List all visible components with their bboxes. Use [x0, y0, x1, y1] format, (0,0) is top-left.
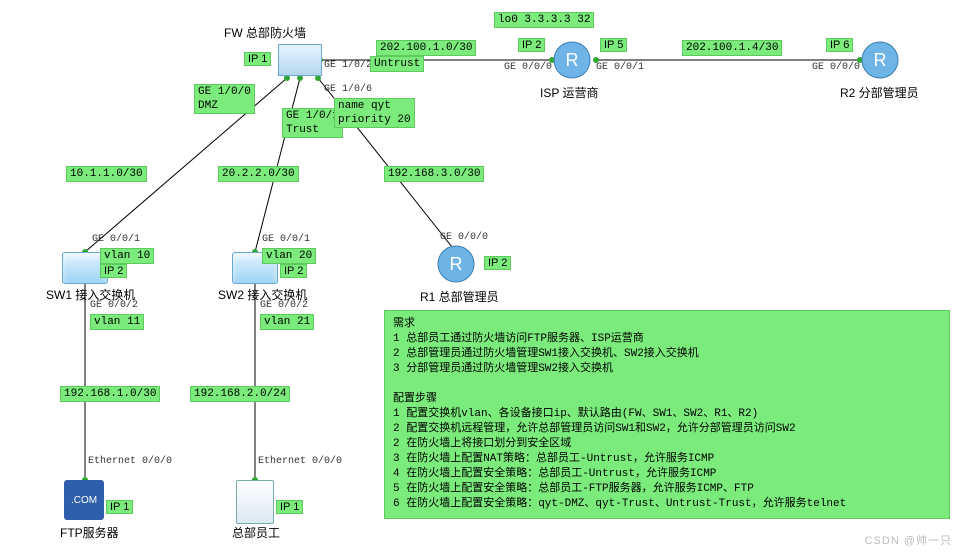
isp-title: ISP 运营商 [540, 84, 598, 101]
panel-step-7: 6 在防火墙上配置安全策略：qyt-DMZ、qyt-Trust、Untrust-… [393, 498, 846, 510]
panel-step-2: 2 配置交换机远程管理，允许总部管理员访问SW1和SW2，允许分部管理员访问SW… [393, 423, 796, 435]
net-fw-r1: 192.168.3.0/30 [384, 166, 484, 182]
isp-ge001: GE 0/0/1 [596, 62, 644, 73]
sw1-vlan11: vlan 11 [90, 314, 144, 330]
watermark: CSDN @帅一只 [865, 532, 952, 548]
isp-ge000: GE 0/0/0 [504, 62, 552, 73]
panel-req-2: 2 总部管理员通过防火墙管理SW1接入交换机、SW2接入交换机 [393, 348, 699, 360]
ftp-icon: .COM [64, 480, 104, 520]
sw2-ge002: GE 0/0/2 [260, 300, 308, 311]
sw1-ge002: GE 0/0/2 [90, 300, 138, 311]
isp-lo0: lo0 3.3.3.3 32 [494, 12, 594, 28]
ftp-ip: IP 1 [106, 500, 133, 514]
r2-title: R2 分部管理员 [840, 84, 919, 101]
r1-title: R1 总部管理员 [420, 288, 499, 305]
sw2-vlan21: vlan 21 [260, 314, 314, 330]
fw-ge106: GE 1/0/6 [324, 84, 372, 95]
employee-icon [236, 480, 274, 524]
sw1-ge001: GE 0/0/1 [92, 234, 140, 245]
sw2-ge001: GE 0/0/1 [262, 234, 310, 245]
r2-ge000: GE 0/0/0 [812, 62, 860, 73]
r1-ge000: GE 0/0/0 [440, 232, 488, 243]
fw-qyt-zone: name qyt priority 20 [334, 98, 415, 128]
fw-ip: IP 1 [244, 52, 271, 66]
panel-req-header: 需求 [393, 318, 415, 330]
r2-icon: R [860, 40, 906, 76]
notes-panel: 需求 1 总部员工通过防火墙访问FTP服务器、ISP运营商 2 总部管理员通过防… [384, 310, 950, 519]
net-fw-isp: 202.100.1.0/30 [376, 40, 476, 56]
employee-title: 总部员工 [232, 524, 280, 541]
svg-text:R: R [874, 50, 887, 70]
panel-step-5: 4 在防火墙上配置安全策略：总部员工-Untrust，允许服务ICMP [393, 468, 716, 480]
net-isp-r2: 202.100.1.4/30 [682, 40, 782, 56]
fw-ge102: GE 1/0/2 [324, 60, 372, 71]
ftp-title: FTP服务器 [60, 524, 119, 541]
isp-ip-left: IP 2 [518, 38, 545, 52]
panel-step-header: 配置步骤 [393, 393, 437, 405]
svg-text:R: R [566, 50, 579, 70]
svg-text:R: R [450, 254, 463, 274]
emp-ip: IP 1 [276, 500, 303, 514]
panel-step-1: 1 配置交换机vlan、各设备接口ip、默认路由(FW、SW1、SW2、R1、R… [393, 408, 758, 420]
panel-step-3: 2 在防火墙上将接口划分到安全区域 [393, 438, 571, 450]
net-fw-sw1: 10.1.1.0/30 [66, 166, 147, 182]
r2-ip: IP 6 [826, 38, 853, 52]
sw2-vlan20: vlan 20 [262, 248, 316, 264]
sw2-ip: IP 2 [280, 264, 307, 278]
ftp-eth: Ethernet 0/0/0 [88, 456, 172, 467]
net-fw-sw2: 20.2.2.0/30 [218, 166, 299, 182]
fw-ge100-dmz: GE 1/0/0 DMZ [194, 84, 255, 114]
sw1-vlan10: vlan 10 [100, 248, 154, 264]
panel-req-1: 1 总部员工通过防火墙访问FTP服务器、ISP运营商 [393, 333, 644, 345]
sw1-ip: IP 2 [100, 264, 127, 278]
r1-ip: IP 2 [484, 256, 511, 270]
panel-req-3: 3 分部管理员通过防火墙管理SW2接入交换机 [393, 363, 613, 375]
r1-icon: R [436, 244, 482, 280]
panel-step-6: 5 在防火墙上配置安全策略：总部员工-FTP服务器，允许服务ICMP、FTP [393, 483, 754, 495]
isp-ip-right: IP 5 [600, 38, 627, 52]
emp-eth: Ethernet 0/0/0 [258, 456, 342, 467]
isp-icon: R [552, 40, 598, 76]
panel-step-4: 3 在防火墙上配置NAT策略：总部员工-Untrust，允许服务ICMP [393, 453, 714, 465]
fw-icon [278, 44, 322, 76]
net-sw1-ftp: 192.168.1.0/30 [60, 386, 160, 402]
fw-untrust: Untrust [370, 56, 424, 72]
fw-title: FW 总部防火墙 [224, 24, 306, 41]
net-sw2-emp: 192.168.2.0/24 [190, 386, 290, 402]
